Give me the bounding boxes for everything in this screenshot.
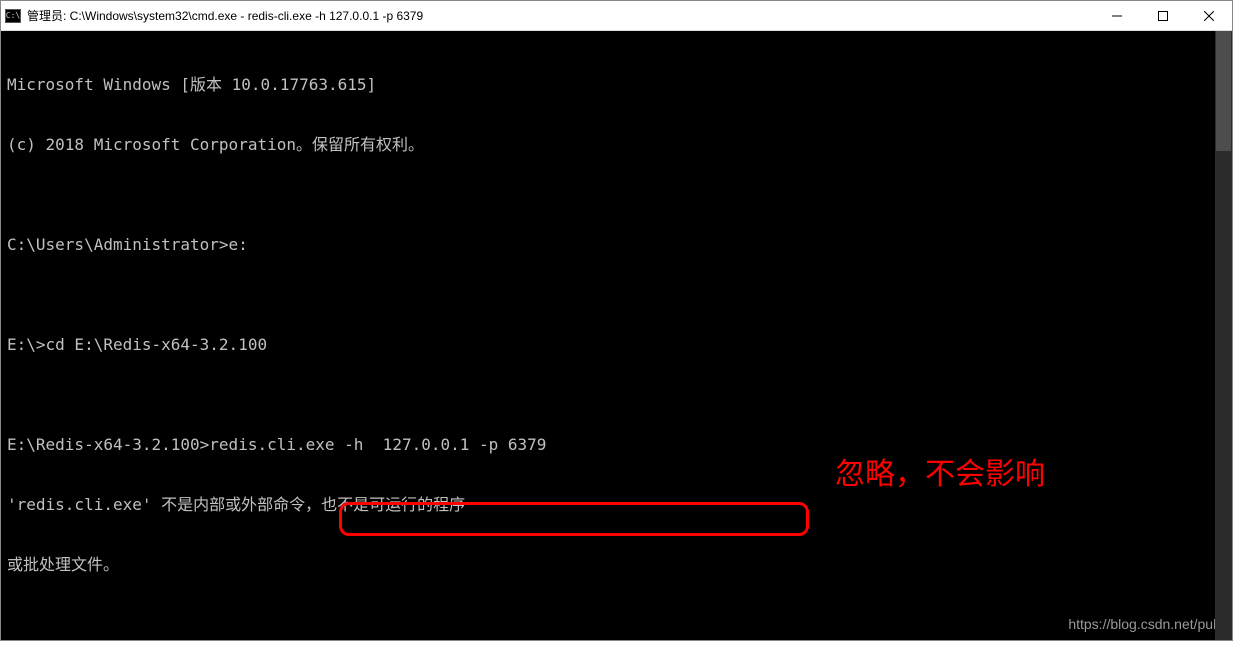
- cmd-window: C:\ 管理员: C:\Windows\system32\cmd.exe - r…: [0, 0, 1233, 641]
- terminal-line: (c) 2018 Microsoft Corporation。保留所有权利。: [7, 135, 1226, 155]
- window-title: 管理员: C:\Windows\system32\cmd.exe - redis…: [27, 7, 1228, 24]
- terminal-line: 'redis.cli.exe' 不是内部或外部命令，也不是可运行的程序: [7, 495, 1226, 515]
- minimize-button[interactable]: [1094, 1, 1140, 31]
- terminal-line: C:\Users\Administrator>e:: [7, 235, 1226, 255]
- terminal-line: E:\Redis-x64-3.2.100>redis.cli.exe -h 12…: [7, 435, 1226, 455]
- watermark-text: https://blog.csdn.net/publ: [1068, 614, 1224, 634]
- window-controls: [1094, 1, 1232, 31]
- terminal-output[interactable]: Microsoft Windows [版本 10.0.17763.615] (c…: [1, 31, 1232, 640]
- minimize-icon: [1112, 11, 1122, 21]
- close-icon: [1204, 11, 1214, 21]
- titlebar[interactable]: C:\ 管理员: C:\Windows\system32\cmd.exe - r…: [1, 1, 1232, 31]
- scrollbar-thumb[interactable]: [1216, 31, 1231, 151]
- terminal-line: 或批处理文件。: [7, 555, 1226, 575]
- cmd-icon: C:\: [5, 9, 21, 23]
- vertical-scrollbar[interactable]: [1215, 31, 1232, 640]
- maximize-button[interactable]: [1140, 1, 1186, 31]
- annotation-label: 忽略，不会影响: [835, 465, 1045, 485]
- close-button[interactable]: [1186, 1, 1232, 31]
- maximize-icon: [1158, 11, 1168, 21]
- terminal-line: Microsoft Windows [版本 10.0.17763.615]: [7, 75, 1226, 95]
- terminal-line: E:\>cd E:\Redis-x64-3.2.100: [7, 335, 1226, 355]
